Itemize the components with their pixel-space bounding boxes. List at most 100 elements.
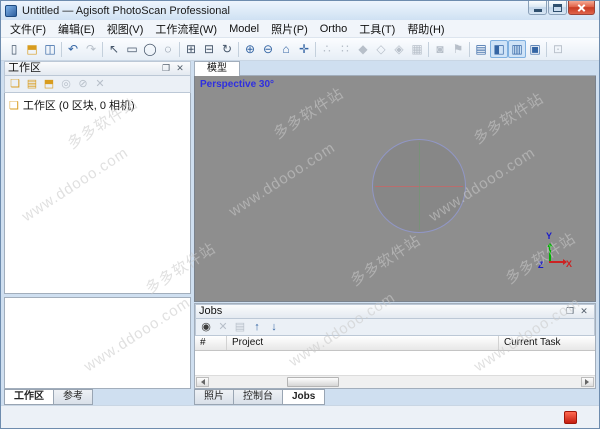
jobs-toolbar: ◉ ✕ ▤ ↑ ↓: [195, 319, 595, 336]
workspace-root-item[interactable]: ❏ 工作区 (0 区块, 0 相机): [7, 96, 188, 114]
menu-tools[interactable]: 工具(T): [353, 19, 401, 39]
axis-x-arrow: [549, 259, 567, 265]
show-markers-icon[interactable]: ⚑: [449, 40, 467, 58]
maximize-button[interactable]: [548, 1, 567, 15]
resize-region-icon[interactable]: ⊟: [200, 40, 218, 58]
redo-icon[interactable]: ↷: [82, 40, 100, 58]
model-tab-bar: 模型: [194, 61, 596, 77]
show-mesh-wireframe-icon[interactable]: ◈: [390, 40, 408, 58]
toolbar-separator: [315, 41, 316, 57]
enable-item-icon[interactable]: ◎: [58, 77, 74, 92]
menu-model[interactable]: Model: [223, 21, 265, 37]
workspace-panel-header[interactable]: 工作区 ❐ ✕: [4, 61, 191, 76]
toolbar-separator: [61, 41, 62, 57]
menu-workflow[interactable]: 工作流程(W): [149, 19, 223, 39]
float-panel-icon[interactable]: ❐: [159, 63, 173, 75]
close-button[interactable]: [568, 1, 595, 15]
jobs-horizontal-scrollbar[interactable]: [195, 375, 595, 388]
scroll-left-arrow-icon[interactable]: [196, 377, 209, 387]
ddooo-logo-icon: [564, 411, 577, 424]
close-panel-icon[interactable]: ✕: [577, 306, 591, 318]
tab-photos[interactable]: 照片: [194, 389, 234, 405]
menu-view[interactable]: 视图(V): [101, 19, 150, 39]
main-toolbar: ▯ ⬒ ◫ ↶ ↷ ↖ ▭ ◯ ◌ ⊞ ⊟ ↻ ⊕ ⊖ ⌂ ✛ ∴ ∷ ◆ ◇ …: [1, 38, 599, 61]
axis-y-arrow: [547, 243, 553, 261]
scrollbar-thumb[interactable]: [287, 377, 339, 387]
show-mesh-solid-icon[interactable]: ◇: [372, 40, 390, 58]
remove-item-icon[interactable]: ✕: [92, 77, 108, 92]
freeform-selection-icon[interactable]: ◌: [159, 40, 177, 58]
reference-pane-placeholder: [4, 297, 191, 389]
add-photos-icon[interactable]: ▤: [24, 77, 40, 92]
add-folder-icon[interactable]: ⬒: [41, 77, 57, 92]
show-mesh-textured-icon[interactable]: ▦: [408, 40, 426, 58]
show-mesh-shaded-icon[interactable]: ◆: [354, 40, 372, 58]
right-dock-area: 模型 Perspective 30° Y Z X Jobs ❐ ✕ ◉ ✕ ▤ …: [194, 61, 596, 405]
tab-console[interactable]: 控制台: [233, 389, 283, 405]
menu-bar: 文件(F) 编辑(E) 视图(V) 工作流程(W) Model 照片(P) Or…: [1, 20, 599, 38]
zoom-in-icon[interactable]: ⊕: [241, 40, 259, 58]
right-tab-bar: 照片 控制台 Jobs: [194, 389, 326, 405]
workspace-tree: ❏ 工作区 (0 区块, 0 相机): [4, 93, 191, 294]
export-jobs-icon[interactable]: ▤: [232, 320, 248, 335]
chunk-folder-icon: ❏: [9, 99, 19, 112]
left-dock-area: 工作区 ❐ ✕ ❏ ▤ ⬒ ◎ ⊘ ✕ ❏ 工作区 (0 区块, 0 相机) 工…: [4, 61, 191, 405]
float-panel-icon[interactable]: ❐: [563, 306, 577, 318]
menu-help[interactable]: 帮助(H): [401, 19, 450, 39]
jobs-column-current-task[interactable]: Current Task: [499, 336, 595, 350]
toolbar-separator: [469, 41, 470, 57]
menu-edit[interactable]: 编辑(E): [52, 19, 101, 39]
move-job-down-icon[interactable]: ↓: [266, 320, 282, 335]
jobs-pane-toggle-icon[interactable]: ▣: [526, 40, 544, 58]
navigation-tool-icon[interactable]: ↖: [105, 40, 123, 58]
model-viewport[interactable]: Perspective 30° Y Z X: [194, 76, 596, 302]
toolbar-separator: [546, 41, 547, 57]
move-region-icon[interactable]: ⊞: [182, 40, 200, 58]
menu-photo[interactable]: 照片(P): [265, 19, 314, 39]
rectangle-selection-icon[interactable]: ▭: [123, 40, 141, 58]
jobs-column-project[interactable]: Project: [227, 336, 499, 350]
toolbar-separator: [179, 41, 180, 57]
menu-ortho[interactable]: Ortho: [314, 21, 354, 37]
close-panel-icon[interactable]: ✕: [173, 63, 187, 75]
title-bar[interactable]: Untitled — Agisoft PhotoScan Professiona…: [1, 1, 599, 20]
console-pane-toggle-icon[interactable]: ▥: [508, 40, 526, 58]
photos-pane-toggle-icon[interactable]: ▤: [472, 40, 490, 58]
show-point-cloud-icon[interactable]: ∴: [318, 40, 336, 58]
menu-file[interactable]: 文件(F): [4, 19, 52, 39]
scroll-right-arrow-icon[interactable]: [581, 377, 594, 387]
workspace-pane-toggle-icon[interactable]: ◧: [490, 40, 508, 58]
tab-jobs[interactable]: Jobs: [282, 389, 326, 405]
toolbar-separator: [102, 41, 103, 57]
tab-reference[interactable]: 参考: [53, 389, 93, 405]
new-project-icon[interactable]: ▯: [5, 40, 23, 58]
circle-selection-icon[interactable]: ◯: [141, 40, 159, 58]
add-chunk-icon[interactable]: ❏: [7, 77, 23, 92]
zoom-out-icon[interactable]: ⊖: [259, 40, 277, 58]
tab-model[interactable]: 模型: [194, 61, 240, 77]
disable-item-icon[interactable]: ⊘: [75, 77, 91, 92]
show-dense-cloud-icon[interactable]: ∷: [336, 40, 354, 58]
center-view-icon[interactable]: ✛: [295, 40, 313, 58]
show-cameras-icon[interactable]: ◙: [431, 40, 449, 58]
axis-x-label: X: [566, 259, 573, 269]
save-project-icon[interactable]: ◫: [41, 40, 59, 58]
rotate-region-icon[interactable]: ↻: [218, 40, 236, 58]
axis-z-label: Z: [538, 260, 544, 270]
axis-gizmo: Y Z X: [538, 231, 573, 271]
move-job-up-icon[interactable]: ↑: [249, 320, 265, 335]
reset-view-icon[interactable]: ⌂: [277, 40, 295, 58]
toolbar-separator: [428, 41, 429, 57]
tab-workspace[interactable]: 工作区: [4, 389, 54, 405]
window-controls: [528, 1, 595, 15]
remove-job-icon[interactable]: ✕: [215, 320, 231, 335]
jobs-panel-header[interactable]: Jobs ❐ ✕: [195, 304, 595, 319]
jobs-column-number[interactable]: #: [195, 336, 227, 350]
open-project-icon[interactable]: ⬒: [23, 40, 41, 58]
minimize-button[interactable]: [528, 1, 547, 15]
capture-view-icon[interactable]: ⊡: [549, 40, 567, 58]
model-sphere[interactable]: [372, 139, 466, 233]
undo-icon[interactable]: ↶: [64, 40, 82, 58]
toolbar-separator: [238, 41, 239, 57]
start-job-icon[interactable]: ◉: [198, 320, 214, 335]
